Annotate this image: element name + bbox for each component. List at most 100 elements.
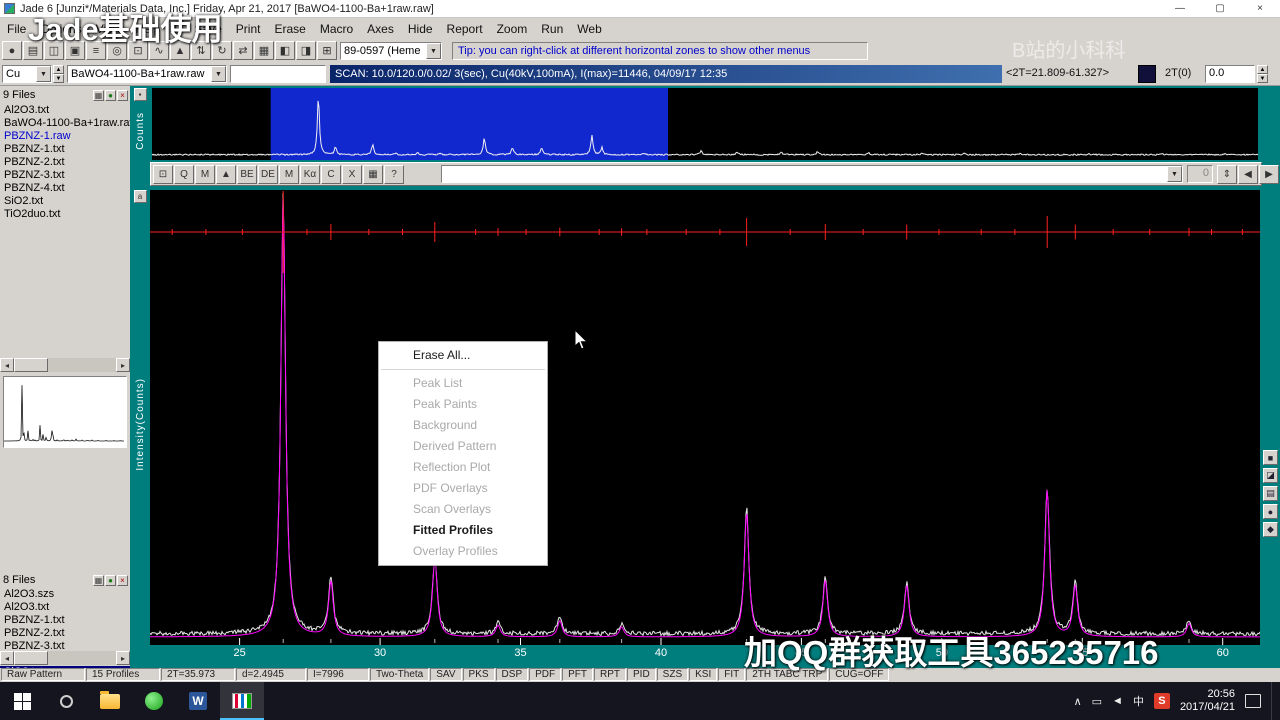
- tile-small-icon[interactable]: ▦: [93, 574, 104, 586]
- print-icon[interactable]: ≡: [86, 41, 106, 60]
- background-edit-icon[interactable]: BE: [237, 165, 257, 184]
- context-menu-item[interactable]: Background: [379, 415, 547, 436]
- tile-small-icon[interactable]: ▦: [93, 89, 104, 101]
- menu-item[interactable]: Macro: [313, 18, 360, 40]
- pattern-thumbnail[interactable]: [3, 376, 127, 448]
- scroll-left-icon[interactable]: ◂: [0, 651, 14, 665]
- scroll-left-icon[interactable]: ◂: [0, 358, 14, 372]
- show-desktop-button[interactable]: [1271, 682, 1276, 720]
- prev-icon[interactable]: ◀: [1238, 165, 1258, 184]
- magnify-icon[interactable]: M: [195, 165, 215, 184]
- close-small-icon[interactable]: ×: [117, 89, 128, 101]
- start-button[interactable]: [0, 682, 44, 720]
- status-toggle[interactable]: SZS: [656, 668, 689, 681]
- main-plot-area[interactable]: [149, 190, 1261, 645]
- context-menu-item[interactable]: Fitted Profiles: [379, 520, 547, 541]
- menu-item[interactable]: Print: [229, 18, 268, 40]
- status-toggle[interactable]: RPT: [594, 668, 626, 681]
- sort-icon[interactable]: ⇅: [191, 41, 211, 60]
- spin-up-icon[interactable]: ▲: [53, 65, 64, 74]
- overview-strip[interactable]: [151, 88, 1259, 160]
- taskbar-app-search[interactable]: [44, 682, 88, 720]
- pdf-card-combo[interactable]: 89-0597 (Heme ▼: [340, 42, 442, 60]
- file-item[interactable]: PBZNZ-4.txt: [0, 182, 130, 195]
- menu-item[interactable]: Hide: [401, 18, 440, 40]
- context-menu-item[interactable]: Scan Overlays: [379, 499, 547, 520]
- scroll-right-icon[interactable]: ▸: [116, 358, 130, 372]
- data-edit-icon[interactable]: DE: [258, 165, 278, 184]
- calibrate-icon[interactable]: C: [321, 165, 341, 184]
- top-hscrollbar[interactable]: ◂ ▸: [0, 358, 130, 372]
- menu-item[interactable]: Report: [440, 18, 490, 40]
- file-item[interactable]: Al2O3.szs: [0, 588, 130, 601]
- spin-down-icon[interactable]: ▼: [1257, 74, 1268, 83]
- menu-item[interactable]: Help: [129, 18, 168, 40]
- pattern-icon[interactable]: ∿: [149, 41, 169, 60]
- file-item[interactable]: PBZNZ-2.txt: [0, 627, 130, 640]
- refresh-icon[interactable]: ↻: [212, 41, 232, 60]
- marker-rows-icon[interactable]: ▤: [1263, 486, 1278, 501]
- anode-combo[interactable]: Cu ▼: [2, 65, 52, 83]
- chevron-down-icon[interactable]: ▼: [1167, 166, 1182, 182]
- tile-right-icon[interactable]: ◨: [296, 41, 316, 60]
- file-item[interactable]: Al2O3.txt: [0, 601, 130, 614]
- status-toggle[interactable]: PDF: [529, 668, 562, 681]
- jade-ball-icon[interactable]: ●: [2, 41, 22, 60]
- new-file-icon[interactable]: ▤: [23, 41, 43, 60]
- menu-item[interactable]: Save: [187, 18, 228, 40]
- marker-dot-icon[interactable]: ●: [1263, 504, 1278, 519]
- preview-icon[interactable]: ◎: [107, 41, 127, 60]
- bottom-hscrollbar[interactable]: ◂ ▸: [0, 651, 130, 665]
- grid-small-icon[interactable]: ▦: [363, 165, 383, 184]
- status-toggle[interactable]: FIT: [718, 668, 746, 681]
- speaker-icon[interactable]: ◄: [1112, 695, 1123, 707]
- save-file-icon[interactable]: ▣: [65, 41, 85, 60]
- axis-a-button[interactable]: a: [133, 190, 147, 203]
- file-item[interactable]: SiO2.txt: [0, 195, 130, 208]
- next-icon[interactable]: ▶: [1259, 165, 1279, 184]
- clear-icon[interactable]: X: [342, 165, 362, 184]
- status-toggle[interactable]: PFT: [562, 668, 593, 681]
- spin-down-icon[interactable]: ▼: [53, 74, 64, 83]
- maximize-button[interactable]: ▢: [1200, 0, 1240, 18]
- context-menu-item[interactable]: Reflection Plot: [379, 457, 547, 478]
- open-file-icon[interactable]: ◫: [44, 41, 64, 60]
- marker-black-icon[interactable]: ■: [1263, 450, 1278, 465]
- grid-icon[interactable]: ▦: [254, 41, 274, 60]
- minimize-button[interactable]: —: [1160, 0, 1200, 18]
- chevron-down-icon[interactable]: ▼: [426, 43, 441, 59]
- scroll-thumb[interactable]: [14, 358, 48, 372]
- file-combo[interactable]: BaWO4-1100-Ba+1raw.raw ▼: [67, 65, 227, 83]
- status-toggle[interactable]: SAV: [430, 668, 462, 681]
- strip-ka2-icon[interactable]: Kα: [300, 165, 320, 184]
- menu-item[interactable]: Erase: [267, 18, 312, 40]
- swap-icon[interactable]: ⇄: [233, 41, 253, 60]
- smooth-icon[interactable]: M: [279, 165, 299, 184]
- help-green-icon[interactable]: ?: [384, 165, 404, 184]
- chevron-down-icon[interactable]: ▼: [211, 66, 226, 82]
- menu-item[interactable]: Zoom: [490, 18, 535, 40]
- strip-corner-button[interactable]: ▪: [133, 88, 147, 101]
- ime-language-icon[interactable]: 中: [1133, 693, 1144, 709]
- status-toggle[interactable]: KSI: [689, 668, 718, 681]
- taskbar-app-jade[interactable]: [220, 682, 264, 720]
- menu-item[interactable]: ||: [167, 18, 187, 40]
- scroll-right-icon[interactable]: ▸: [116, 651, 130, 665]
- close-small-icon[interactable]: ×: [117, 574, 128, 586]
- status-toggle[interactable]: DSP: [495, 668, 529, 681]
- peak-find-icon[interactable]: ▲: [216, 165, 236, 184]
- zoom-icon[interactable]: Q: [174, 165, 194, 184]
- file-item[interactable]: TiO2duo.txt: [0, 208, 130, 221]
- chevron-down-icon[interactable]: ▼: [36, 66, 51, 82]
- taskbar-app-word[interactable]: W: [176, 682, 220, 720]
- context-menu-item[interactable]: Erase All...: [379, 345, 547, 366]
- taskbar-app-file-explorer[interactable]: [88, 682, 132, 720]
- context-menu-item[interactable]: [381, 369, 545, 370]
- file-item[interactable]: PBZNZ-3.txt: [0, 169, 130, 182]
- peak-id-combo[interactable]: ▼: [441, 165, 1183, 183]
- file-item[interactable]: BaWO4-1100-Ba+1raw.raw: [0, 117, 130, 130]
- menu-item[interactable]: Run: [534, 18, 570, 40]
- dot-icon[interactable]: ●: [105, 574, 116, 586]
- action-center-icon[interactable]: [1245, 694, 1261, 708]
- tray-sogou-icon[interactable]: S: [1153, 693, 1170, 709]
